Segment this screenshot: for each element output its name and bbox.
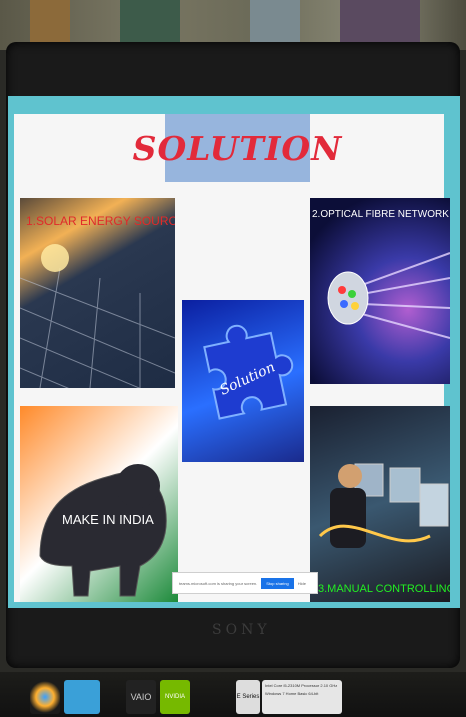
shelf-box: [250, 0, 300, 44]
windows-sticker: [30, 680, 60, 714]
presentation-slide: SOLUTION 1.SOLAR ENERGY SOURCE 2.OPTICAL…: [14, 114, 450, 602]
manual-controlling-label: 3.MANUAL CONTROLLING: [318, 583, 450, 595]
control-room-graphic: [318, 463, 449, 548]
screen-sharing-bar: teams.microsoft.com is sharing your scre…: [172, 572, 318, 594]
make-in-india-label: MAKE IN INDIA: [62, 512, 154, 527]
screen-sharing-message: teams.microsoft.com is sharing your scre…: [179, 580, 258, 586]
laptop-brand: SONY: [212, 622, 271, 638]
control-room-image: 3.MANUAL CONTROLLING: [310, 406, 450, 602]
intel-sticker: [64, 680, 100, 714]
optical-fibre-label: 2.OPTICAL FIBRE NETWORK: [312, 209, 449, 220]
fibre-cable-graphic: [327, 252, 450, 339]
slide-title-box: SOLUTION: [133, 114, 341, 182]
stop-sharing-button[interactable]: Stop sharing: [261, 577, 294, 589]
solar-label: 1.SOLAR ENERGY SOURCE: [26, 214, 175, 228]
solar-image: 1.SOLAR ENERGY SOURCE: [20, 198, 175, 388]
optical-fibre-image: 2.OPTICAL FIBRE NETWORK: [310, 198, 450, 384]
make-in-india-image: MAKE IN INDIA: [20, 406, 178, 602]
vaio-sticker: VAIO: [126, 680, 156, 714]
vaio-text: VAIO: [130, 692, 152, 702]
nvidia-text: NVIDIA: [164, 694, 185, 700]
shelf-box: [30, 0, 70, 44]
nvidia-sticker: NVIDIA: [160, 680, 190, 714]
e-series-sticker: E Series: [236, 680, 260, 714]
e-series-text: E Series: [236, 694, 260, 700]
spec-sticker: Intel Core i5-2310M Processor 2.10 GHz W…: [262, 680, 342, 714]
hide-button[interactable]: Hide: [298, 581, 306, 586]
spec-os-text: Windows 7 Home Basic 64-bit: [265, 691, 319, 696]
spec-cpu-text: Intel Core i5-2310M Processor 2.10 GHz: [265, 683, 338, 688]
lion-graphic: [39, 464, 167, 597]
puzzle-image: Solution: [182, 300, 304, 462]
laptop-screen: SOLUTION 1.SOLAR ENERGY SOURCE 2.OPTICAL…: [8, 96, 460, 608]
shelf-box: [120, 0, 180, 44]
slide-title: SOLUTION: [132, 128, 343, 168]
shelf-box: [340, 0, 420, 44]
